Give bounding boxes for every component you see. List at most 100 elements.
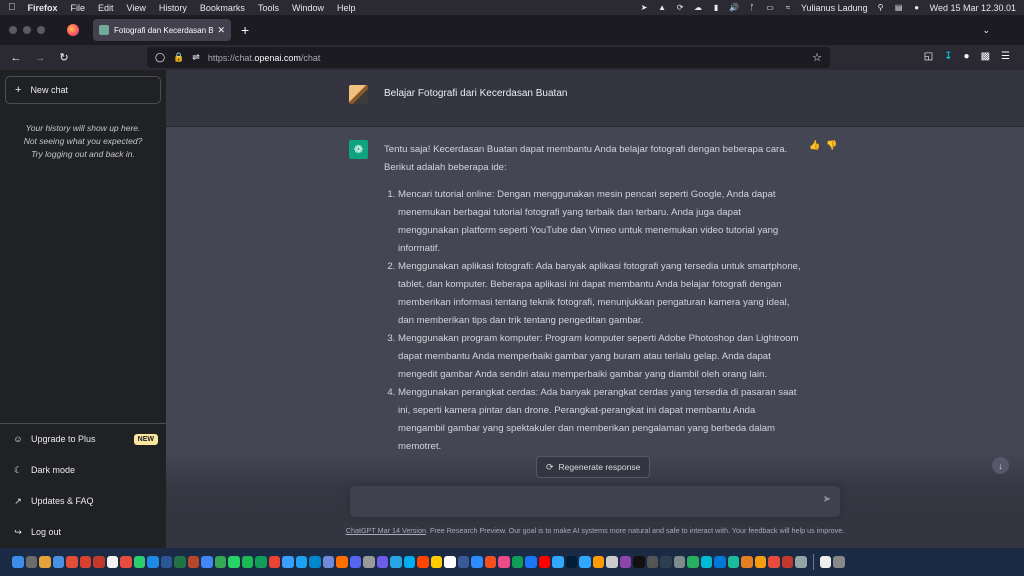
- thumbs-down-icon[interactable]: 👎: [826, 140, 837, 151]
- menu-edit[interactable]: Edit: [98, 3, 114, 13]
- dock-app-icon[interactable]: [390, 556, 402, 568]
- message-input[interactable]: [360, 494, 800, 510]
- zoom-window-button[interactable]: [37, 26, 45, 34]
- send-icon[interactable]: ➤: [823, 494, 831, 505]
- app-status-icon[interactable]: ▲: [657, 3, 667, 12]
- dark-mode-button[interactable]: ☾ Dark mode: [12, 460, 158, 480]
- dock-app-icon[interactable]: [525, 556, 537, 568]
- dock-app-icon[interactable]: [106, 556, 118, 568]
- scroll-down-button[interactable]: ↓: [992, 457, 1009, 474]
- extensions-icon[interactable]: ▩: [981, 51, 990, 62]
- dock-app-icon[interactable]: [228, 556, 240, 568]
- dock-app-icon[interactable]: [511, 556, 523, 568]
- dock-app-icon[interactable]: [633, 556, 645, 568]
- firefox-view-icon[interactable]: [67, 24, 79, 36]
- dock-app-icon[interactable]: [592, 556, 604, 568]
- dock-app-icon[interactable]: [457, 556, 469, 568]
- reload-button[interactable]: ↻: [56, 51, 72, 64]
- dock-app-icon[interactable]: [39, 556, 51, 568]
- dock-app-icon[interactable]: [700, 556, 712, 568]
- cloud-icon[interactable]: ☁: [693, 3, 703, 12]
- dock-app-icon[interactable]: [552, 556, 564, 568]
- dock-app-icon[interactable]: [160, 556, 172, 568]
- menu-help[interactable]: Help: [337, 3, 356, 13]
- dock-app-icon[interactable]: [282, 556, 294, 568]
- updates-faq-button[interactable]: ↗ Updates & FAQ: [12, 491, 158, 511]
- upgrade-plus-button[interactable]: ☺ Upgrade to Plus NEW: [12, 429, 158, 449]
- dock-app-icon[interactable]: [565, 556, 577, 568]
- address-bar[interactable]: ◯ 🔒 ⇌ https://chat.openai.com/chat ☆: [147, 47, 830, 68]
- lock-icon[interactable]: 🔒: [173, 52, 184, 63]
- dock-app-icon[interactable]: [579, 556, 591, 568]
- new-tab-button[interactable]: +: [241, 22, 249, 38]
- dock-app-icon[interactable]: [133, 556, 145, 568]
- dock-app-icon[interactable]: [727, 556, 739, 568]
- back-button[interactable]: ←: [8, 52, 24, 64]
- bluetooth-icon[interactable]: ᚩ: [747, 3, 757, 12]
- download-icon[interactable]: ↧: [944, 51, 952, 62]
- dock-app-icon[interactable]: [309, 556, 321, 568]
- message-input-box[interactable]: ➤: [350, 486, 840, 517]
- dock-app-icon[interactable]: [120, 556, 132, 568]
- menubar-clock[interactable]: Wed 15 Mar 12.30.01: [930, 3, 1016, 13]
- dock-app-icon[interactable]: [376, 556, 388, 568]
- version-link[interactable]: ChatGPT Mar 14 Version: [346, 526, 426, 535]
- dock-app-icon[interactable]: [606, 556, 618, 568]
- siri-icon[interactable]: ●: [912, 3, 922, 12]
- dock-app-icon[interactable]: [268, 556, 280, 568]
- dock-app-icon[interactable]: [660, 556, 672, 568]
- dock-app-icon[interactable]: [322, 556, 334, 568]
- permissions-icon[interactable]: ⇌: [192, 52, 200, 63]
- dock-app-icon[interactable]: [93, 556, 105, 568]
- dock-app-icon[interactable]: [255, 556, 267, 568]
- menu-file[interactable]: File: [71, 3, 86, 13]
- menu-history[interactable]: History: [159, 3, 187, 13]
- url-text[interactable]: https://chat.openai.com/chat: [208, 53, 321, 63]
- dock-app-icon[interactable]: [174, 556, 186, 568]
- dock-app-icon[interactable]: [417, 556, 429, 568]
- dock-app-icon[interactable]: [12, 556, 24, 568]
- dock-app-icon[interactable]: [754, 556, 766, 568]
- dock-app-icon[interactable]: [819, 556, 831, 568]
- menu-window[interactable]: Window: [292, 3, 324, 13]
- regenerate-response-button[interactable]: ⟳ Regenerate response: [536, 456, 651, 478]
- dock-app-icon[interactable]: [79, 556, 91, 568]
- dock-app-icon[interactable]: [741, 556, 753, 568]
- thumbs-up-icon[interactable]: 👍: [809, 140, 820, 151]
- dock-app-icon[interactable]: [781, 556, 793, 568]
- dock-app-icon[interactable]: [538, 556, 550, 568]
- dock-app-icon[interactable]: [498, 556, 510, 568]
- dock-app-icon[interactable]: [241, 556, 253, 568]
- location-icon[interactable]: ➤: [639, 3, 649, 12]
- account-icon[interactable]: ●: [964, 51, 970, 62]
- dock-app-icon[interactable]: [147, 556, 159, 568]
- dock-app-icon[interactable]: [52, 556, 64, 568]
- wifi-icon[interactable]: ≈: [783, 3, 793, 12]
- dock-app-icon[interactable]: [295, 556, 307, 568]
- chevron-down-icon[interactable]: ⌄: [982, 25, 990, 36]
- pocket-icon[interactable]: ◱: [924, 51, 933, 62]
- dock-app-icon[interactable]: [619, 556, 631, 568]
- dock-app-icon[interactable]: [66, 556, 78, 568]
- browser-tab-active[interactable]: Fotografi dan Kecerdasan Buata ✕: [93, 19, 231, 41]
- menu-view[interactable]: View: [127, 3, 146, 13]
- dock-app-icon[interactable]: [833, 556, 845, 568]
- new-chat-button[interactable]: + New chat: [5, 76, 161, 104]
- bookmark-star-icon[interactable]: ☆: [812, 51, 822, 64]
- dock-app-icon[interactable]: [363, 556, 375, 568]
- shield-icon[interactable]: ◯: [155, 52, 165, 63]
- dock-app-icon[interactable]: [795, 556, 807, 568]
- battery-icon[interactable]: ▮: [711, 3, 721, 12]
- control-center-icon[interactable]: ▤: [894, 3, 904, 12]
- menu-bookmarks[interactable]: Bookmarks: [200, 3, 245, 13]
- close-window-button[interactable]: [9, 26, 17, 34]
- dock-app-icon[interactable]: [673, 556, 685, 568]
- menubar-user[interactable]: Yulianus Ladung: [801, 3, 868, 13]
- close-tab-icon[interactable]: ✕: [217, 25, 225, 36]
- dock-app-icon[interactable]: [687, 556, 699, 568]
- dock-app-icon[interactable]: [349, 556, 361, 568]
- dock-app-icon[interactable]: [768, 556, 780, 568]
- forward-button[interactable]: →: [32, 52, 48, 64]
- dock-app-icon[interactable]: [201, 556, 213, 568]
- sync-icon[interactable]: ⟳: [675, 3, 685, 12]
